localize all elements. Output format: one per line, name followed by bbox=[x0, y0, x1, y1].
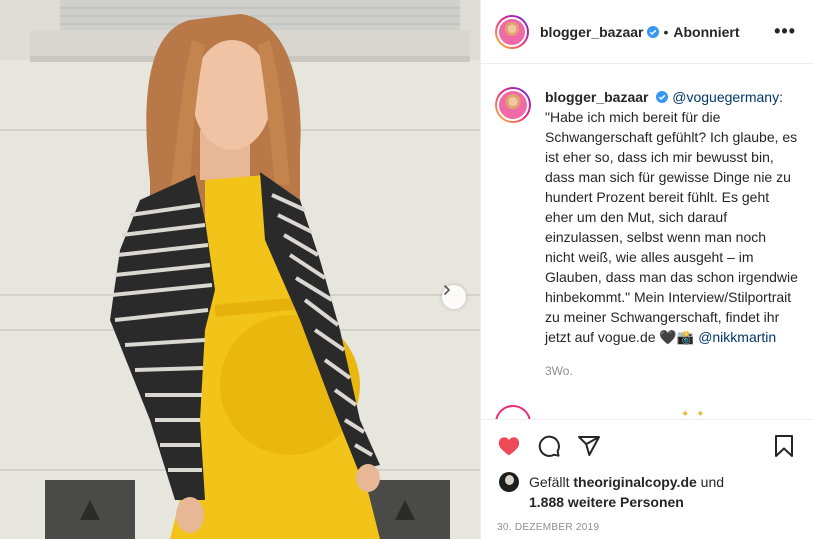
photo-illustration bbox=[0, 0, 480, 539]
post-username[interactable]: blogger_bazaar bbox=[540, 24, 643, 40]
caption-text: : "Habe ich mich bereit für die Schwange… bbox=[545, 89, 798, 345]
chevron-right-icon bbox=[444, 285, 450, 295]
post-header: blogger_bazaar • Abonniert ••• bbox=[481, 0, 814, 64]
verified-badge-icon bbox=[647, 25, 660, 38]
next-comment-avatar[interactable] bbox=[495, 405, 531, 419]
post-date: 30. Dezember 2019 bbox=[497, 522, 600, 533]
post-actions-section: Gefällt theoriginalcopy.de und 1.888 wei… bbox=[481, 419, 814, 533]
liker-avatar[interactable] bbox=[499, 472, 519, 492]
caption-tag-link[interactable]: @nikkmartin bbox=[698, 329, 776, 345]
likes-middle: und bbox=[696, 474, 725, 490]
verified-badge-icon bbox=[656, 91, 669, 103]
caption-avatar[interactable] bbox=[495, 87, 531, 123]
caption-username[interactable]: blogger_bazaar bbox=[545, 89, 648, 105]
paper-plane-icon[interactable] bbox=[577, 434, 601, 458]
comments-area[interactable]: blogger_bazaar @voguegermany: "Habe ich … bbox=[481, 65, 814, 419]
caption-mention-link[interactable]: @voguegermany bbox=[672, 89, 779, 105]
carousel-next-button[interactable] bbox=[442, 285, 466, 309]
separator-dot: • bbox=[663, 23, 669, 40]
more-options-button[interactable]: ••• bbox=[774, 22, 796, 40]
likes-summary: Gefällt theoriginalcopy.de und 1.888 wei… bbox=[481, 472, 814, 512]
liker-username[interactable]: theoriginalcopy.de bbox=[573, 474, 696, 490]
caption-time-ago: 3Wo. bbox=[545, 364, 573, 378]
follow-status-button[interactable]: Abonniert bbox=[673, 24, 739, 40]
heart-filled-icon[interactable] bbox=[497, 434, 521, 458]
post-caption: blogger_bazaar @voguegermany: "Habe ich … bbox=[481, 65, 814, 381]
caption-emojis: 🖤📸 bbox=[659, 329, 695, 345]
likes-prefix: Gefällt bbox=[529, 474, 574, 490]
post-sidebar: blogger_bazaar • Abonniert ••• blogger_b… bbox=[480, 0, 814, 539]
profile-avatar[interactable] bbox=[495, 14, 529, 49]
likes-others-link[interactable]: 1.888 weitere Personen bbox=[529, 494, 684, 510]
bookmark-icon[interactable] bbox=[772, 434, 796, 458]
post-photo[interactable] bbox=[0, 0, 480, 539]
comment-bubble-icon[interactable] bbox=[537, 434, 561, 458]
action-bar bbox=[481, 420, 814, 472]
next-comment-emoji-icon: ✦ ✦ bbox=[681, 409, 707, 419]
